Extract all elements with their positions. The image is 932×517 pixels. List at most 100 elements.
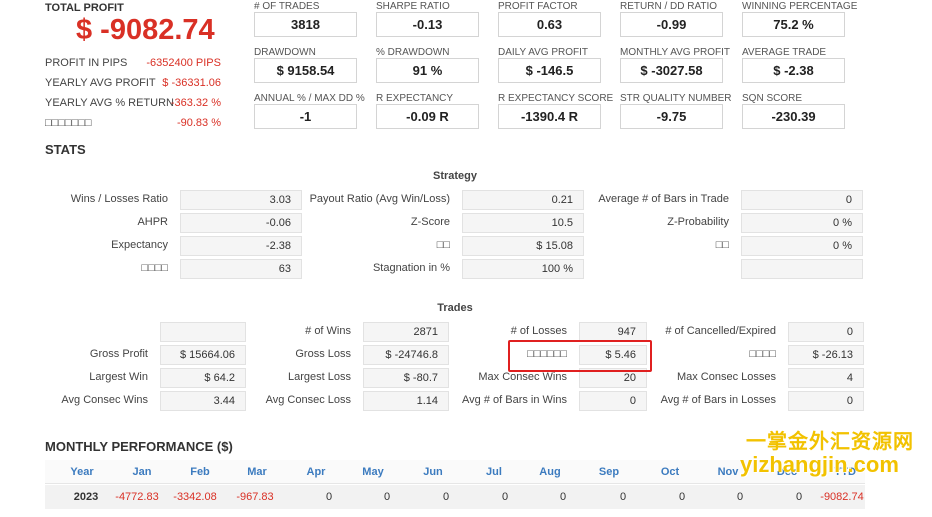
metric-value: -0.13 xyxy=(376,12,479,37)
strategy-label: Average # of Bars in Trade xyxy=(598,193,729,205)
month-header: May xyxy=(362,466,384,478)
metric-label: SQN SCORE xyxy=(742,93,803,104)
total-profit-value: $ -9082.74 xyxy=(76,14,215,46)
strategy-label: □□ xyxy=(436,239,450,251)
trades-label: Avg Consec Wins xyxy=(61,394,148,406)
total-profit-label: TOTAL PROFIT xyxy=(45,2,124,14)
strategy-label: Expectancy xyxy=(111,239,168,251)
month-header: Feb xyxy=(190,466,210,478)
strategy-title: Strategy xyxy=(432,170,478,182)
metric-label: DRAWDOWN xyxy=(254,47,316,58)
month-header: Oct xyxy=(660,466,680,478)
metric-value: 75.2 % xyxy=(742,12,845,37)
strategy-label: □□□□ xyxy=(141,262,168,274)
strategy-label: Stagnation in % xyxy=(372,262,450,274)
strategy-value: 0 % xyxy=(741,213,863,233)
metric-value: $ -2.38 xyxy=(742,58,845,83)
month-header: Jan xyxy=(132,466,152,478)
strategy-label: Payout Ratio (Avg Win/Loss) xyxy=(309,193,450,205)
month-value: 0 xyxy=(325,491,333,503)
month-header: Jul xyxy=(486,466,502,478)
trades-label: Avg # of Bars in Wins xyxy=(462,394,567,406)
trades-value: 0 xyxy=(788,391,864,411)
watermark-line2: yizhangjin.com xyxy=(740,452,899,477)
month-header: Mar xyxy=(247,466,267,478)
month-header: Sep xyxy=(598,466,620,478)
trades-label: Largest Loss xyxy=(288,371,351,383)
month-value: 0 xyxy=(383,491,391,503)
metric-value: -9.75 xyxy=(620,104,723,129)
strategy-label: Wins / Losses Ratio xyxy=(70,193,168,205)
month-value: 0 xyxy=(501,491,509,503)
month-value: 0 xyxy=(678,491,686,503)
metric-label: ANNUAL % / MAX DD % xyxy=(254,93,365,104)
summary-row: □□□□□□□ -90.83 % xyxy=(45,117,221,129)
strategy-label: Z-Probability xyxy=(667,216,729,228)
month-value: 0 xyxy=(559,491,567,503)
month-value: 0 xyxy=(736,491,744,503)
metric-label: STR QUALITY NUMBER xyxy=(620,93,732,104)
metric-value: -1 xyxy=(254,104,357,129)
metric-label: RETURN / DD RATIO xyxy=(620,1,718,12)
metric-value: $ 9158.54 xyxy=(254,58,357,83)
trades-label: # of Cancelled/Expired xyxy=(665,325,776,337)
month-header: Jun xyxy=(423,466,443,478)
strategy-value: 0 xyxy=(741,190,863,210)
month-value: -967.83 xyxy=(236,491,274,503)
month-header: Year xyxy=(70,466,94,478)
monthly-title: MONTHLY PERFORMANCE ($) xyxy=(45,439,233,454)
metric-label: % DRAWDOWN xyxy=(376,47,450,58)
metric-value: 91 % xyxy=(376,58,479,83)
stats-title: STATS xyxy=(45,142,86,157)
metric-label: R EXPECTANCY SCORE xyxy=(498,93,614,104)
metric-value: 0.63 xyxy=(498,12,601,37)
month-value: 0 xyxy=(442,491,450,503)
metric-value: $ -3027.58 xyxy=(620,58,723,83)
trades-label: Avg # of Bars in Losses xyxy=(660,394,776,406)
trades-label: # of Losses xyxy=(510,325,567,337)
metric-value: -0.09 R xyxy=(376,104,479,129)
strategy-label: □□ xyxy=(715,239,729,251)
trades-label: Max Consec Wins xyxy=(478,371,567,383)
summary-row: YEARLY AVG PROFIT $ -36331.06 xyxy=(45,77,221,89)
month-header: Aug xyxy=(539,466,561,478)
trades-value: $ -26.13 xyxy=(788,345,864,365)
metric-label: AVERAGE TRADE xyxy=(742,47,827,58)
metric-value: -0.99 xyxy=(620,12,723,37)
metric-label: MONTHLY AVG PROFIT xyxy=(620,47,731,58)
summary-row: PROFIT IN PIPS -6352400 PIPS xyxy=(45,57,221,69)
month-value: 0 xyxy=(619,491,627,503)
metric-label: DAILY AVG PROFIT xyxy=(498,47,589,58)
trades-value: 0 xyxy=(788,322,864,342)
metric-label: # OF TRADES xyxy=(254,1,320,12)
trades-label: Max Consec Losses xyxy=(676,371,776,383)
metric-label: WINNING PERCENTAGE xyxy=(742,1,858,12)
metric-value: -1390.4 R xyxy=(498,104,601,129)
metric-value: 3818 xyxy=(254,12,357,37)
trades-label: Avg Consec Loss xyxy=(265,394,351,406)
strategy-value: 100 % xyxy=(462,259,584,279)
strategy-value: 0 % xyxy=(741,236,863,256)
month-value: -4772.83 xyxy=(115,491,159,503)
trades-title: Trades xyxy=(437,302,473,314)
month-value: -9082.74 xyxy=(820,491,864,503)
trades-label: Largest Win xyxy=(89,371,148,383)
metric-value: $ -146.5 xyxy=(498,58,601,83)
metric-label: SHARPE RATIO xyxy=(376,1,450,12)
trades-label: Gross Profit xyxy=(89,348,148,360)
trades-label: # of Wins xyxy=(305,325,351,337)
metric-label: PROFIT FACTOR xyxy=(498,1,578,12)
summary-row: YEARLY AVG % RETURN -363.32 % xyxy=(45,97,221,109)
highlight-box xyxy=(508,340,652,372)
trades-value: 4 xyxy=(788,368,864,388)
metric-label: R EXPECTANCY xyxy=(376,93,454,104)
month-header: Apr xyxy=(306,466,326,478)
year-cell: 2023 xyxy=(73,491,99,503)
watermark-line1: 一掌金外汇资源网 xyxy=(746,431,914,453)
strategy-label: AHPR xyxy=(137,216,168,228)
strategy-value xyxy=(741,259,863,279)
strategy-label: Z-Score xyxy=(410,216,450,228)
metric-value: -230.39 xyxy=(742,104,845,129)
trades-label: Gross Loss xyxy=(295,348,351,360)
month-value: -3342.08 xyxy=(173,491,217,503)
